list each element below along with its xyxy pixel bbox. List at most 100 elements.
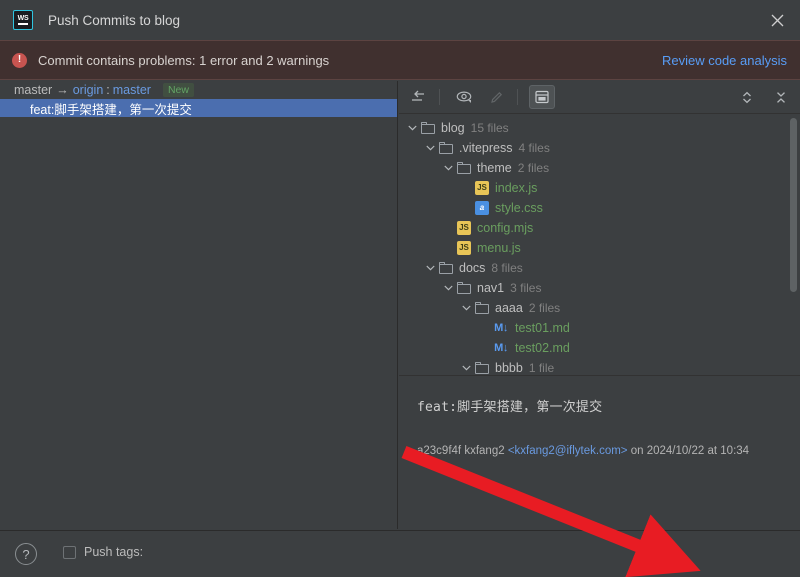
close-button[interactable]	[754, 0, 800, 40]
toolbar-separator	[439, 89, 440, 105]
collapse-diff-icon	[412, 90, 424, 101]
remote-name-label[interactable]: origin	[73, 83, 104, 97]
dialog-footer: ? Push tags: All Push Anyway Cancel	[0, 530, 800, 577]
commit-list-item[interactable]: feat:脚手架搭建，第一次提交	[0, 99, 397, 117]
commit-details: feat:脚手架搭建，第一次提交 a23c9f4f kxfang2 <kxfan…	[399, 375, 800, 529]
folder-icon	[457, 162, 471, 174]
changed-files-tree[interactable]: blog 15 files .vitepress 4 files theme 2 file…	[399, 114, 800, 374]
date-prefix: on	[630, 445, 644, 457]
push-tags-checkbox[interactable]	[63, 545, 76, 559]
changes-panel: blog 15 files .vitepress 4 files theme 2 file…	[399, 81, 800, 529]
push-commits-dialog: WS Push Commits to blog ! Commit contain…	[0, 0, 800, 577]
tree-expand-toggle[interactable]	[461, 303, 472, 314]
changes-toolbar	[399, 81, 800, 114]
folder-icon	[439, 262, 453, 274]
group-by-directory-button[interactable]	[529, 85, 555, 109]
review-code-analysis-link[interactable]: Review code analysis	[662, 53, 787, 68]
css-file-icon: a	[475, 201, 489, 215]
expand-all-button[interactable]	[734, 85, 760, 109]
commit-hash: a23c9f4f	[417, 445, 462, 457]
time-prefix: at	[707, 445, 718, 457]
edit-source-button	[483, 85, 509, 109]
file-count-label: 2 files	[517, 161, 550, 175]
commit-email[interactable]: <kxfang2@iflytek.com>	[508, 445, 628, 457]
preview-button[interactable]	[451, 85, 477, 109]
expand-all-icon	[743, 91, 751, 103]
preview-eye-icon	[456, 90, 471, 103]
folder-icon	[475, 362, 489, 374]
tree-row[interactable]: blog 15 files	[399, 118, 800, 138]
toolbar-right-group	[726, 85, 794, 109]
file-count-label: 8 files	[491, 261, 523, 275]
chevron-down-icon	[444, 165, 453, 171]
commit-date: 2024/10/22	[646, 445, 705, 457]
banner-message: Commit contains problems: 1 error and 2 …	[38, 52, 330, 68]
tree-row[interactable]: JS config.mjs	[399, 218, 800, 238]
tree-row[interactable]: bbbb 1 file	[399, 358, 800, 374]
chevron-down-icon	[426, 265, 435, 271]
folder-name-label: aaaa	[495, 301, 523, 315]
file-name-label: test02.md	[515, 341, 570, 355]
help-button[interactable]: ?	[15, 543, 37, 565]
tree-row[interactable]: aaaa 2 files	[399, 298, 800, 318]
javascript-file-icon: JS	[475, 181, 489, 195]
folder-icon	[439, 142, 453, 154]
tree-expand-toggle[interactable]	[407, 123, 418, 134]
new-badge: New	[162, 82, 194, 98]
tree-row[interactable]: M↓ test02.md	[399, 338, 800, 358]
branch-arrow-icon: →	[56, 83, 69, 97]
folder-name-label: bbbb	[495, 361, 523, 374]
tree-row[interactable]: .vitepress 4 files	[399, 138, 800, 158]
file-name-label: menu.js	[477, 241, 521, 255]
tree-expand-toggle[interactable]	[425, 143, 436, 154]
local-branch-label: master	[14, 83, 53, 97]
markdown-file-icon: M↓	[494, 341, 508, 354]
chevron-down-icon	[444, 285, 453, 291]
commit-message-label: feat:脚手架搭建，第一次提交	[30, 102, 192, 117]
tree-expand-toggle[interactable]	[425, 263, 436, 274]
chevron-down-icon	[462, 365, 471, 371]
push-tags-label: Push tags:	[84, 545, 144, 559]
tree-expand-toggle[interactable]	[443, 163, 454, 174]
group-by-directory-icon	[535, 90, 549, 104]
tree-row[interactable]: a style.css	[399, 198, 800, 218]
tree-row[interactable]: docs 8 files	[399, 258, 800, 278]
tree-row[interactable]: M↓ test01.md	[399, 318, 800, 338]
chevron-down-icon	[408, 125, 417, 131]
toolbar-separator-2	[517, 89, 518, 105]
tree-expand-toggle[interactable]	[443, 283, 454, 294]
file-name-label: config.mjs	[477, 221, 534, 235]
file-name-label: test01.md	[515, 321, 570, 335]
javascript-file-icon: JS	[457, 221, 471, 235]
title-bar: WS Push Commits to blog	[0, 0, 800, 40]
close-icon	[771, 14, 783, 26]
folder-name-label: docs	[459, 261, 486, 275]
file-count-label: 3 files	[510, 281, 542, 295]
folder-icon	[421, 122, 435, 134]
branch-header: master → origin : master New	[0, 81, 397, 99]
tree-row[interactable]: JS index.js	[399, 178, 800, 198]
tree-scrollbar[interactable]	[790, 118, 797, 292]
detail-commit-meta: a23c9f4f kxfang2 <kxfang2@iflytek.com> o…	[417, 445, 786, 457]
tree-row[interactable]: JS menu.js	[399, 238, 800, 258]
javascript-file-icon: JS	[457, 241, 471, 255]
chevron-down-icon	[462, 305, 471, 311]
commit-time: 10:34	[720, 445, 750, 457]
window-title: Push Commits to blog	[48, 12, 181, 28]
detail-commit-message: feat:脚手架搭建，第一次提交	[417, 400, 603, 415]
tree-expand-toggle[interactable]	[461, 363, 472, 374]
tree-row[interactable]: theme 2 files	[399, 158, 800, 178]
remote-branch-label[interactable]: master	[113, 83, 151, 97]
markdown-file-icon: M↓	[494, 321, 508, 334]
collapse-diff-button[interactable]	[405, 85, 431, 109]
edit-pencil-icon	[490, 91, 502, 103]
commits-panel: master → origin : master New feat:脚手架搭建，…	[0, 81, 398, 529]
folder-icon	[457, 282, 471, 294]
folder-name-label: .vitepress	[459, 141, 513, 155]
collapse-all-button[interactable]	[768, 85, 794, 109]
file-count-label: 1 file	[528, 361, 555, 374]
commit-author: kxfang2	[464, 445, 505, 457]
folder-name-label: nav1	[477, 281, 505, 295]
tree-row[interactable]: nav1 3 files	[399, 278, 800, 298]
branch-separator: :	[106, 83, 110, 97]
